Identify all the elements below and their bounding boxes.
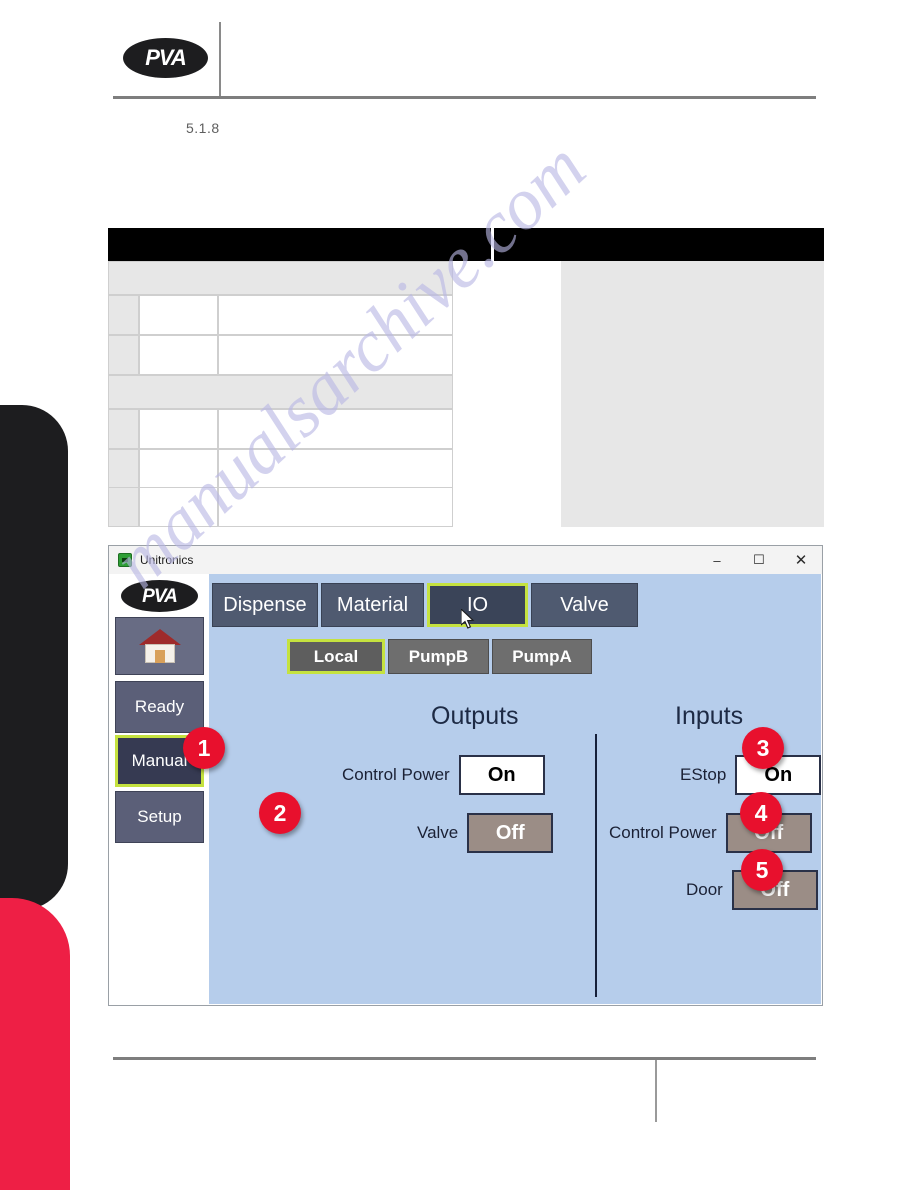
sidebar-item-setup[interactable]: Setup (115, 791, 204, 843)
home-icon (138, 629, 181, 663)
table-cell-index (108, 449, 139, 489)
sidebar-item-label: Setup (137, 807, 182, 826)
table-header-right (494, 228, 824, 261)
header-horizontal-rule (113, 96, 816, 99)
tab-valve[interactable]: Valve (531, 583, 638, 627)
input-label: Control Power (609, 823, 717, 842)
table-cell-index (108, 335, 139, 375)
table-cell-description (218, 295, 453, 335)
table-cell-name (139, 449, 218, 489)
hmi-sidebar: PVA Ready Manual Setup (110, 574, 209, 1004)
subtab-label: PumpA (512, 646, 572, 666)
tab-material[interactable]: Material (321, 583, 424, 627)
table-cell-index (108, 487, 139, 527)
output-label: Valve (417, 823, 459, 842)
table-cell-index (108, 409, 139, 449)
edge-tab-black (0, 405, 68, 910)
table-header-left (108, 228, 491, 261)
subtab-label: Local (313, 646, 359, 666)
edge-tab-red (0, 898, 70, 1190)
mouse-cursor-icon (461, 609, 475, 629)
section-number: 5.1.8 (186, 120, 220, 136)
maximize-icon[interactable]: ☐ (738, 546, 780, 574)
tab-io[interactable]: IO (427, 583, 528, 627)
close-icon[interactable]: ✕ (780, 546, 822, 574)
footer-vertical-divider (655, 1060, 657, 1122)
table-cell-name (139, 409, 218, 449)
table-cell-description (218, 487, 453, 527)
outputs-heading: Outputs (431, 702, 519, 730)
subtab-pumpa[interactable]: PumpA (492, 639, 592, 674)
table-band (108, 261, 453, 295)
sidebar-item-ready[interactable]: Ready (115, 681, 204, 733)
hmi-screen: PVA Ready Manual Setup Dispense Material… (110, 574, 821, 1004)
output-row-valve: Valve Off (417, 813, 554, 853)
output-label: Control Power (342, 765, 450, 784)
unitronics-icon (118, 553, 132, 567)
window-controls: – ☐ ✕ (696, 546, 822, 574)
subtab-pumpb[interactable]: PumpB (388, 639, 489, 674)
table-band (108, 375, 453, 409)
window-title: Unitronics (140, 553, 194, 567)
panel-divider (595, 734, 597, 997)
callout-badge-5: 5 (741, 849, 783, 891)
tab-label: Valve (560, 593, 609, 616)
callout-badge-2: 2 (259, 792, 301, 834)
sidebar-item-label: Manual (131, 751, 188, 770)
table-row (108, 409, 453, 449)
pva-logo-hmi-text: PVA (142, 585, 178, 607)
window-titlebar: Unitronics – ☐ ✕ (109, 546, 822, 574)
subtab-label: PumpB (408, 646, 469, 666)
table-cell-description (218, 409, 453, 449)
table-row (108, 487, 453, 527)
table-cell-description (218, 449, 453, 489)
callout-badge-4: 4 (740, 792, 782, 834)
table-cell-name (139, 335, 218, 375)
sidebar-item-label: Ready (134, 697, 185, 716)
callout-badge-3: 3 (742, 727, 784, 769)
minimize-icon[interactable]: – (696, 546, 738, 574)
footer-horizontal-rule (113, 1057, 816, 1060)
output-value-valve[interactable]: Off (467, 813, 554, 853)
table-row (108, 449, 453, 489)
tab-label: Dispense (223, 593, 307, 616)
table-cell-description (218, 335, 453, 375)
table-cell-name (139, 295, 218, 335)
table-cell-index (108, 295, 139, 335)
hmi-main-panel: Dispense Material IO Valve Local PumpB P… (209, 574, 821, 1004)
pva-logo-hmi: PVA (121, 580, 198, 612)
table-right-panel (561, 261, 824, 527)
document-table (108, 228, 824, 527)
sidebar-item-home[interactable] (115, 617, 204, 675)
output-row-control-power: Control Power On (342, 755, 545, 795)
input-row-control-power: Control Power Off (609, 813, 812, 853)
callout-badge-1: 1 (183, 727, 225, 769)
pva-logo: PVA (123, 38, 208, 78)
subtab-local[interactable]: Local (287, 639, 385, 674)
tab-dispense[interactable]: Dispense (212, 583, 318, 627)
output-value-control-power[interactable]: On (458, 755, 545, 795)
pva-logo-text: PVA (145, 45, 187, 70)
input-label: Door (686, 880, 723, 899)
tab-label: Material (336, 593, 409, 616)
inputs-heading: Inputs (675, 702, 744, 730)
table-row (108, 335, 453, 375)
header-vertical-divider (219, 22, 221, 97)
input-label: EStop (680, 765, 727, 784)
table-row (108, 295, 453, 335)
table-cell-name (139, 487, 218, 527)
